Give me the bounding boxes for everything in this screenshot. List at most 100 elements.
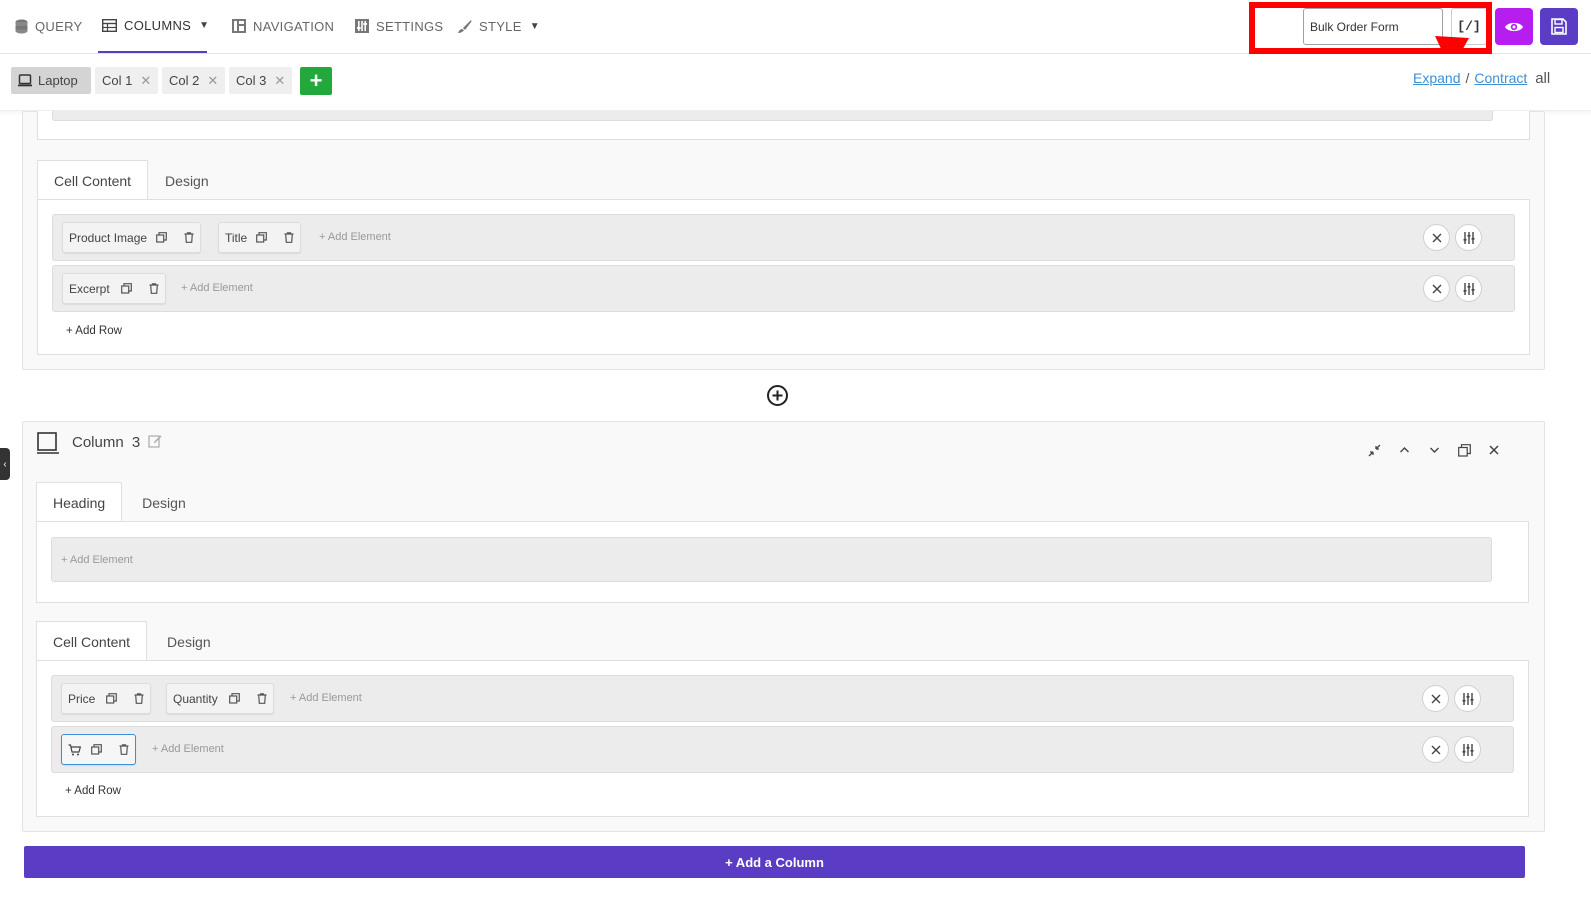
chevron-left-icon: ‹ xyxy=(3,458,7,470)
col-chip-3[interactable]: Col 3 ✕ xyxy=(229,67,293,94)
plus-circle-icon xyxy=(766,384,789,407)
settings-icon xyxy=(355,19,369,33)
col-chip-1[interactable]: Col 1 ✕ xyxy=(95,67,159,94)
cell-tabs: Cell Content Design xyxy=(37,160,226,200)
trash-icon[interactable] xyxy=(257,693,267,704)
sliders-icon xyxy=(1463,282,1475,295)
cell-row: Product Image Title + Add Element xyxy=(52,214,1515,261)
collapse-icon[interactable] xyxy=(1365,441,1383,459)
element-add-to-cart[interactable] xyxy=(61,734,136,765)
preview-button[interactable] xyxy=(1495,8,1533,45)
table-icon xyxy=(102,19,117,32)
cell-row: Price Quantity + Add Element xyxy=(51,675,1514,722)
remove-row-button[interactable] xyxy=(1423,224,1450,251)
close-icon[interactable]: ✕ xyxy=(140,73,151,89)
tab-columns-label: COLUMNS xyxy=(124,18,192,33)
brush-icon xyxy=(457,19,472,34)
tab-design[interactable]: Design xyxy=(147,621,231,661)
add-element-link[interactable]: + Add Element xyxy=(152,743,224,755)
element-product-image[interactable]: Product Image xyxy=(62,222,202,253)
remove-row-button[interactable] xyxy=(1422,685,1449,712)
element-label: Quantity xyxy=(173,691,218,706)
tab-query-label: QUERY xyxy=(35,18,83,34)
cart-icon xyxy=(68,743,81,756)
heading-drop-zone[interactable]: + Add Element xyxy=(51,537,1492,582)
tab-navigation[interactable]: NAVIGATION xyxy=(232,0,334,52)
insert-column-button[interactable] xyxy=(766,384,789,407)
duplicate-icon[interactable] xyxy=(156,232,167,243)
device-label: Laptop xyxy=(38,73,78,88)
tab-heading[interactable]: Heading xyxy=(36,482,123,522)
heading-body: + Add Element xyxy=(36,521,1529,603)
edit-icon[interactable] xyxy=(148,434,162,448)
tab-query[interactable]: QUERY xyxy=(15,0,83,52)
close-icon xyxy=(1431,745,1441,755)
tab-style[interactable]: STYLE ▼ xyxy=(457,0,540,52)
device-column-bar: Laptop Col 1 ✕ Col 2 ✕ Col 3 ✕ + xyxy=(0,54,1591,111)
row-settings-button[interactable] xyxy=(1455,275,1482,302)
sliders-icon xyxy=(1462,692,1474,705)
delete-column-icon[interactable] xyxy=(1485,441,1503,459)
contract-link[interactable]: Contract xyxy=(1474,70,1527,86)
heading-section-remnant xyxy=(37,111,1530,140)
duplicate-icon[interactable] xyxy=(106,693,118,704)
tab-columns[interactable]: COLUMNS ▼ xyxy=(98,0,210,53)
add-element-link[interactable]: + Add Element xyxy=(61,554,133,566)
add-row-link[interactable]: + Add Row xyxy=(65,785,121,797)
tab-style-label: STYLE xyxy=(479,18,522,34)
row-settings-button[interactable] xyxy=(1454,685,1481,712)
duplicate-icon[interactable] xyxy=(228,693,240,704)
add-a-column-button[interactable]: + Add a Column xyxy=(24,846,1525,878)
trash-icon[interactable] xyxy=(184,232,194,243)
separator: / xyxy=(1465,70,1470,86)
trash-icon[interactable] xyxy=(134,693,144,704)
tab-design[interactable]: Design xyxy=(148,160,226,200)
sidebar-toggle-handle[interactable]: ‹ xyxy=(0,448,10,480)
row-settings-button[interactable] xyxy=(1454,736,1481,763)
element-label: Excerpt xyxy=(69,281,110,296)
duplicate-icon[interactable] xyxy=(256,232,268,243)
trash-icon[interactable] xyxy=(284,232,294,243)
add-element-link[interactable]: + Add Element xyxy=(319,231,391,243)
element-excerpt[interactable]: Excerpt xyxy=(62,273,166,304)
cell-content-body: Product Image Title + Add Element Excerp… xyxy=(37,199,1530,355)
row-settings-button[interactable] xyxy=(1455,224,1482,251)
shortcode-label: [/] xyxy=(1457,19,1481,34)
tab-cell-content[interactable]: Cell Content xyxy=(37,160,149,200)
close-icon[interactable]: ✕ xyxy=(207,73,218,89)
add-a-column-label: + Add a Column xyxy=(725,854,824,870)
trash-icon[interactable] xyxy=(119,744,129,755)
move-up-icon[interactable] xyxy=(1395,441,1413,459)
element-quantity[interactable]: Quantity xyxy=(166,683,274,714)
all-label: all xyxy=(1535,70,1551,87)
chevron-down-icon: ▼ xyxy=(529,20,540,32)
database-icon xyxy=(15,19,28,34)
move-down-icon[interactable] xyxy=(1425,441,1443,459)
add-element-link[interactable]: + Add Element xyxy=(290,692,362,704)
tab-settings[interactable]: SETTINGS xyxy=(355,0,443,52)
trash-icon[interactable] xyxy=(149,283,159,294)
tab-label: Design xyxy=(165,172,209,189)
col-chip-label: Col 2 xyxy=(169,73,200,88)
close-icon xyxy=(1432,233,1442,243)
add-row-link[interactable]: + Add Row xyxy=(66,325,122,337)
element-title[interactable]: Title xyxy=(218,222,302,253)
remove-row-button[interactable] xyxy=(1423,275,1450,302)
tab-navigation-label: NAVIGATION xyxy=(253,18,335,34)
chevron-down-icon: ▼ xyxy=(199,20,210,31)
element-price[interactable]: Price xyxy=(61,683,152,714)
col-chip-2[interactable]: Col 2 ✕ xyxy=(162,67,226,94)
add-element-link[interactable]: + Add Element xyxy=(181,282,253,294)
remove-row-button[interactable] xyxy=(1422,736,1449,763)
tab-cell-content[interactable]: Cell Content xyxy=(36,621,148,661)
duplicate-icon[interactable] xyxy=(120,283,132,294)
device-laptop-chip[interactable]: Laptop xyxy=(11,67,91,94)
tab-settings-label: SETTINGS xyxy=(376,18,444,34)
close-icon[interactable]: ✕ xyxy=(274,73,285,89)
add-column-tab-button[interactable]: + xyxy=(300,67,332,95)
duplicate-icon[interactable] xyxy=(91,744,102,755)
tab-design[interactable]: Design xyxy=(122,482,206,522)
save-button[interactable] xyxy=(1540,8,1578,45)
duplicate-column-icon[interactable] xyxy=(1455,441,1473,459)
expand-link[interactable]: Expand xyxy=(1413,70,1460,86)
